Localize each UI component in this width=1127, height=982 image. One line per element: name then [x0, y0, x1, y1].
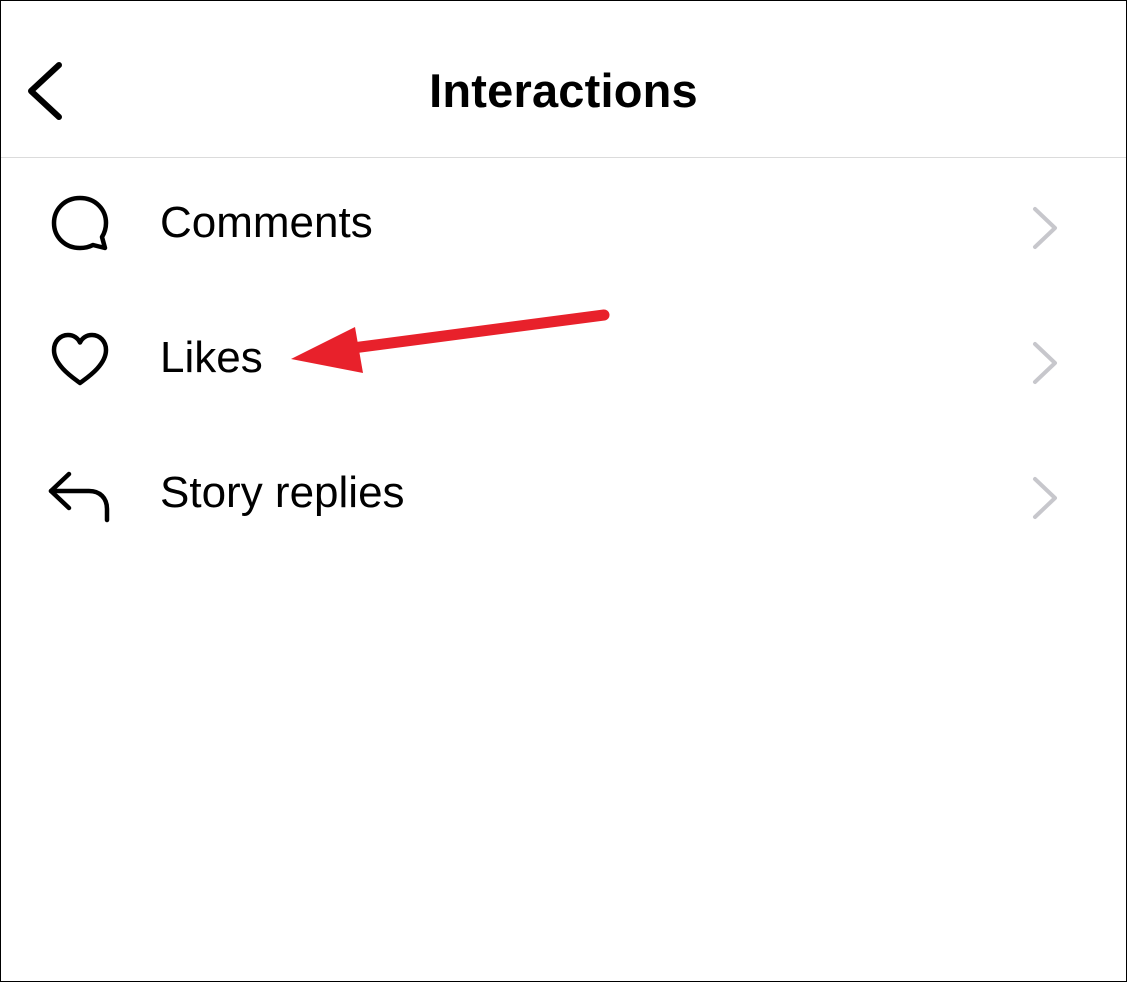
list-item-story-replies[interactable]: Story replies [1, 428, 1126, 563]
list-item-label: Likes [160, 333, 263, 382]
interactions-list: Comments Likes Story replies [1, 158, 1126, 563]
list-item-likes[interactable]: Likes [1, 293, 1126, 428]
list-item-comments[interactable]: Comments [1, 158, 1126, 293]
chevron-right-icon [1027, 203, 1063, 253]
chevron-right-icon [1027, 338, 1063, 388]
reply-arrow-icon [45, 460, 115, 530]
comment-bubble-icon [45, 190, 115, 260]
chevron-right-icon [1027, 473, 1063, 523]
list-item-label: Story replies [160, 468, 405, 517]
list-item-label: Comments [160, 198, 373, 247]
heart-icon [45, 325, 115, 395]
page-title: Interactions [429, 64, 698, 117]
top-app-bar: Interactions [1, 1, 1126, 158]
